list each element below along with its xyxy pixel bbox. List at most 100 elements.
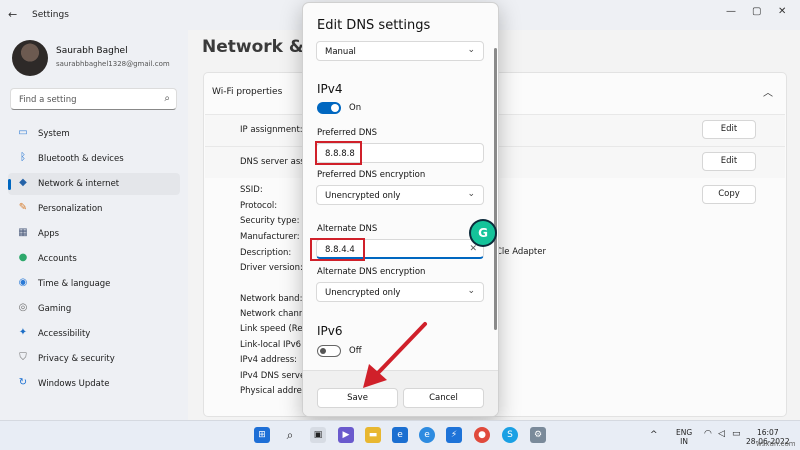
language-indicator[interactable]: ENG IN — [676, 428, 692, 446]
chevron-up-icon[interactable]: ^ — [650, 431, 658, 440]
preferred-encryption-value: Unencrypted only — [325, 191, 401, 201]
battery-icon[interactable]: ▭ — [732, 430, 741, 439]
edge-alt-icon[interactable]: e — [419, 427, 435, 443]
settings-icon[interactable]: ⚙ — [530, 427, 546, 443]
sidebar-item-privacy[interactable]: ⛉ Privacy & security — [8, 348, 180, 370]
prop-network-channel: Network channe — [240, 309, 302, 319]
shield-icon: ⛉ — [19, 352, 27, 363]
preferred-encryption-label: Preferred DNS encryption — [317, 170, 426, 180]
chevron-down-icon: ⌄ — [467, 189, 475, 199]
sidebar-item-apps[interactable]: ▦ Apps — [8, 223, 180, 245]
user-name: Saurabh Baghel — [56, 46, 128, 56]
region-code: IN — [680, 437, 688, 446]
sidebar-item-network[interactable]: ◆ Network & internet — [8, 173, 180, 195]
ip-assignment-label: IP assignment: — [240, 125, 303, 135]
sidebar-item-label: Gaming — [38, 304, 72, 314]
edit-ip-button[interactable]: Edit — [702, 120, 756, 139]
prop-protocol: Protocol: — [240, 201, 278, 211]
sidebar-item-bluetooth[interactable]: ᛒ Bluetooth & devices — [8, 148, 180, 170]
sidebar-item-label: Time & language — [38, 279, 111, 289]
ipv4-heading: IPv4 — [317, 82, 343, 96]
bluetooth-icon: ᛒ — [20, 152, 26, 163]
person-icon: ● — [18, 252, 28, 263]
alternate-encryption-value: Unencrypted only — [325, 288, 401, 298]
avatar[interactable] — [12, 40, 48, 76]
update-icon: ↻ — [18, 377, 28, 388]
prop-network-band: Network band: — [240, 294, 303, 304]
search-icon[interactable]: ⌕ — [282, 427, 298, 443]
back-arrow-icon[interactable]: ← — [8, 8, 17, 21]
prop-physical-address: Physical address — [240, 386, 302, 396]
maximize-icon[interactable]: ▢ — [752, 6, 761, 17]
annotation-arrow — [363, 322, 427, 388]
edge-icon[interactable]: e — [392, 427, 408, 443]
highlight-box — [310, 238, 365, 261]
sidebar-item-label: Accessibility — [38, 329, 91, 339]
preferred-encryption-select[interactable]: Unencrypted only ⌄ — [316, 185, 484, 205]
prop-manufacturer: Manufacturer: — [240, 232, 300, 242]
ipv6-toggle[interactable] — [317, 345, 341, 357]
wifi-icon: ◆ — [19, 177, 27, 188]
volume-icon[interactable]: ◁ — [718, 430, 725, 439]
sidebar-item-label: Windows Update — [38, 379, 110, 389]
search-placeholder: Find a setting — [19, 95, 77, 105]
prop-ipv4-dns: IPv4 DNS server — [240, 371, 302, 381]
task-view-icon[interactable]: ▣ — [310, 427, 326, 443]
apps-icon: ▦ — [18, 227, 28, 238]
sidebar-item-system[interactable]: ▭ System — [8, 123, 180, 145]
clear-icon[interactable]: ✕ — [469, 244, 477, 254]
close-icon[interactable]: ✕ — [778, 6, 786, 17]
search-input[interactable]: Find a setting ⌕ — [10, 88, 177, 110]
sidebar-item-label: Bluetooth & devices — [38, 154, 124, 164]
system-icon: ▭ — [18, 127, 28, 138]
skype-icon[interactable]: S — [502, 427, 518, 443]
prop-description: Description: — [240, 248, 292, 258]
wifi-icon[interactable]: ◠ — [704, 430, 712, 439]
section-title: Wi-Fi properties — [212, 87, 283, 97]
dns-mode-value: Manual — [325, 47, 356, 57]
sidebar-item-personalization[interactable]: ✎ Personalization — [8, 198, 180, 220]
time: 16:07 — [756, 428, 779, 437]
prop-security-type: Security type: — [240, 216, 300, 226]
gamepad-icon: ◎ — [18, 302, 28, 313]
ipv4-toggle[interactable] — [317, 102, 341, 114]
sidebar-item-label: Network & internet — [38, 179, 120, 189]
prop-ipv4-address: IPv4 address: — [240, 355, 298, 365]
sidebar-item-windows-update[interactable]: ↻ Windows Update — [8, 373, 180, 395]
prop-link-speed: Link speed (Rec — [240, 324, 302, 334]
edit-dns-button[interactable]: Edit — [702, 152, 756, 171]
sidebar-item-time-language[interactable]: ◉ Time & language — [8, 273, 180, 295]
prop-ssid: SSID: — [240, 185, 263, 195]
language-code: ENG — [676, 428, 693, 437]
preferred-dns-label: Preferred DNS — [317, 128, 378, 138]
dns-assignment-label: DNS server assi — [240, 157, 302, 167]
file-explorer-icon[interactable]: ▬ — [365, 427, 381, 443]
store-icon[interactable]: ⚡ — [446, 427, 462, 443]
chat-icon[interactable]: ▶ — [338, 427, 354, 443]
globe-icon: ◉ — [18, 277, 28, 288]
sidebar-item-accessibility[interactable]: ✦ Accessibility — [8, 323, 180, 345]
ipv4-toggle-label: On — [349, 103, 362, 113]
sidebar-item-label: Apps — [38, 229, 60, 239]
user-email: saurabhbaghel1328@gmail.com — [56, 60, 170, 68]
copy-button[interactable]: Copy — [702, 185, 756, 204]
brush-icon: ✎ — [18, 202, 28, 213]
alternate-dns-label: Alternate DNS — [317, 224, 378, 234]
dialog-scrollbar[interactable] — [494, 48, 497, 330]
chevron-down-icon: ⌄ — [467, 286, 475, 296]
grammarly-icon[interactable]: G — [471, 221, 495, 245]
chrome-icon[interactable]: ● — [474, 427, 490, 443]
ipv6-heading: IPv6 — [317, 324, 343, 338]
sidebar-item-label: Accounts — [38, 254, 77, 264]
chevron-up-icon[interactable]: ︿ — [763, 84, 773, 99]
dialog-title: Edit DNS settings — [317, 18, 431, 33]
sidebar-item-label: Personalization — [38, 204, 103, 214]
minimize-icon[interactable]: — — [726, 6, 736, 17]
chevron-down-icon: ⌄ — [467, 45, 475, 55]
sidebar-item-gaming[interactable]: ◎ Gaming — [8, 298, 180, 320]
alternate-encryption-select[interactable]: Unencrypted only ⌄ — [316, 282, 484, 302]
sidebar-item-accounts[interactable]: ● Accounts — [8, 248, 180, 270]
windows-start-icon[interactable]: ⊞ — [254, 427, 270, 443]
search-icon: ⌕ — [164, 93, 170, 104]
dns-mode-select[interactable]: Manual ⌄ — [316, 41, 484, 61]
